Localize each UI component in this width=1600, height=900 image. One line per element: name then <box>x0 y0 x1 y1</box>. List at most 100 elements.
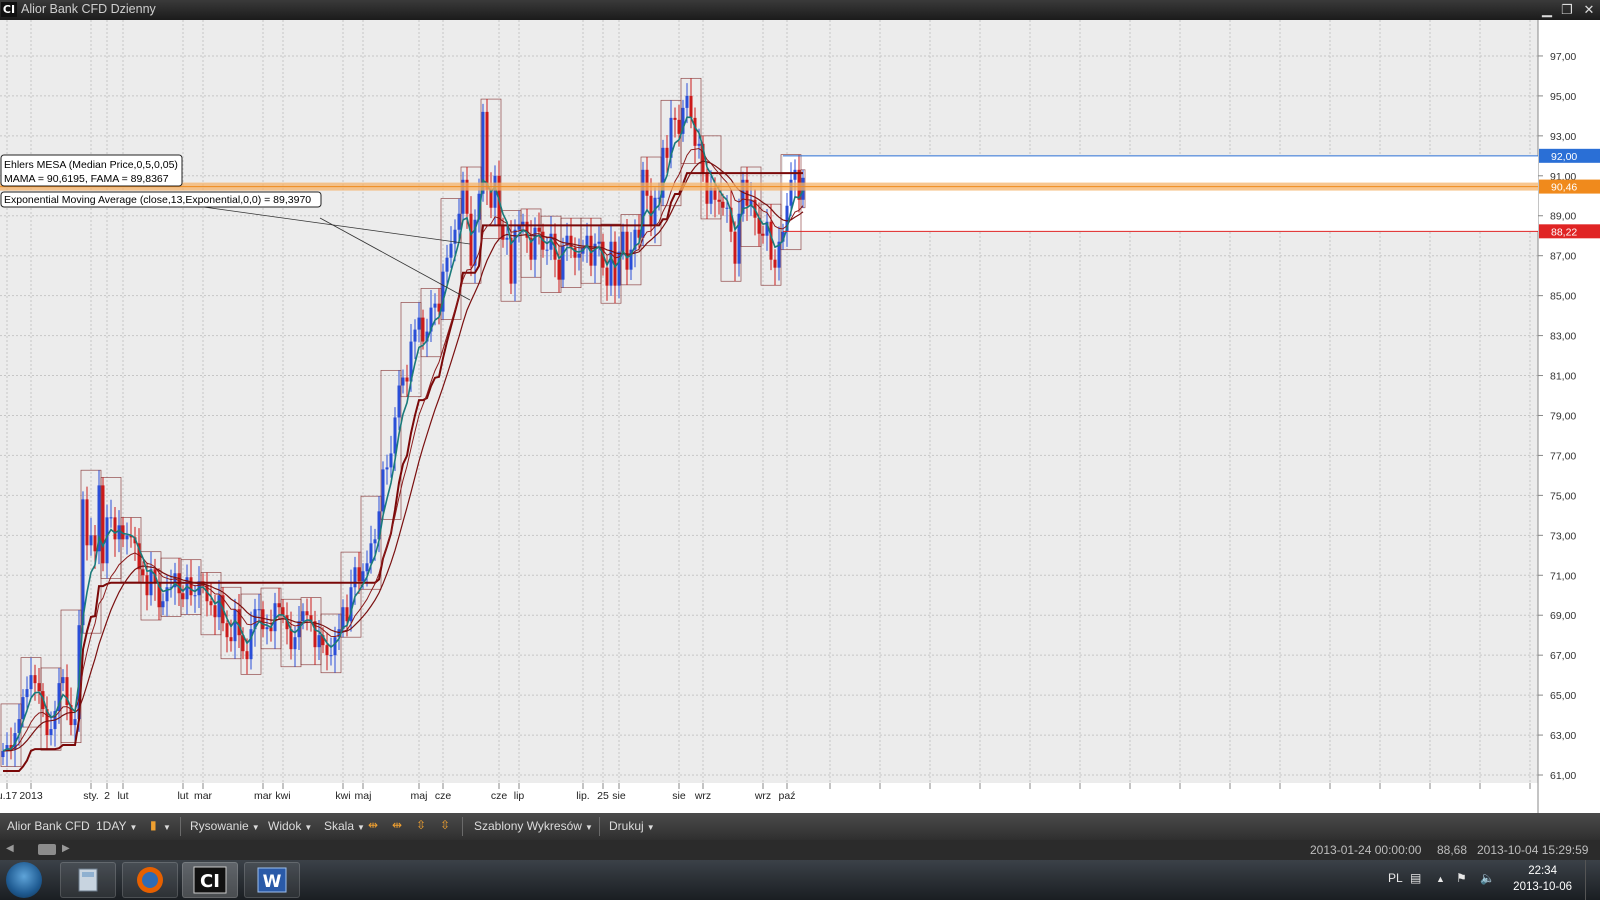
chevron-down-icon: ▼ <box>584 823 593 832</box>
zoom-out-horizontal-icon[interactable]: ⇹ <box>392 818 402 832</box>
candle-body <box>73 719 77 726</box>
x-tick-label: 2013 <box>19 790 43 802</box>
calculator-icon <box>78 868 98 892</box>
price-marker-label: 92,00 <box>1551 151 1577 163</box>
range-start: 2013-01-24 00:00:00 <box>1310 843 1422 857</box>
x-tick-label: 25 <box>597 790 609 802</box>
show-desktop-button[interactable] <box>1585 860 1600 900</box>
chart-templates-menu[interactable]: Szablony Wykresów ▼ <box>474 819 593 833</box>
candle-body <box>49 729 53 736</box>
candle-body <box>213 605 217 618</box>
candle-body <box>597 241 601 244</box>
scroll-right-icon[interactable]: ▶ <box>62 843 70 854</box>
tray-expand-icon[interactable]: ▲ <box>1436 874 1445 884</box>
candle-body <box>373 539 377 544</box>
color-dropdown[interactable]: ▼ <box>160 819 171 833</box>
y-tick-label: 65,00 <box>1550 690 1576 702</box>
candle-body <box>193 595 197 597</box>
x-tick-label: sie <box>612 790 626 802</box>
toolbar-divider <box>462 817 463 836</box>
scroll-thumb[interactable] <box>38 844 56 855</box>
candle-body <box>693 117 697 146</box>
y-tick-label: 73,00 <box>1550 530 1576 542</box>
candle-body <box>433 303 437 308</box>
volume-icon[interactable]: 🔈 <box>1480 871 1495 885</box>
svg-text:W: W <box>263 872 282 892</box>
y-tick-label: 97,00 <box>1550 51 1576 63</box>
x-tick-label: mar <box>194 790 213 802</box>
candle-body <box>21 697 25 720</box>
x-tick-label: sty. <box>83 790 99 802</box>
candle-body <box>385 467 389 470</box>
candle-body <box>649 195 653 226</box>
candle-body <box>341 607 345 630</box>
y-tick-label: 71,00 <box>1550 570 1576 582</box>
y-tick-label: 77,00 <box>1550 450 1576 462</box>
taskbar-app-firefox[interactable] <box>122 862 178 898</box>
title-bar: CI Alior Bank CFD Dzienny ▁ ❐ ✕ <box>0 0 1600 20</box>
x-tick-label: cze <box>435 790 452 802</box>
language-indicator[interactable]: PL <box>1388 871 1403 885</box>
scale-menu[interactable]: Skala ▼ <box>324 819 365 833</box>
candle-body <box>217 595 221 618</box>
candle-body <box>125 535 129 540</box>
candle-body <box>89 535 93 546</box>
candle-body <box>1 751 5 758</box>
action-center-icon[interactable]: ⚑ <box>1456 871 1467 885</box>
toolbar-divider <box>599 817 600 836</box>
candle-body <box>457 213 461 230</box>
candle-body <box>793 169 797 180</box>
color-picker-icon[interactable]: ▮ <box>150 818 157 832</box>
candle-body <box>505 237 509 240</box>
price-chart[interactable]: 97,0095,0093,0091,0089,0087,0085,0083,00… <box>0 20 1600 813</box>
interval-dropdown[interactable]: 1DAY ▼ <box>96 819 137 833</box>
candle-body <box>117 525 121 540</box>
candle-body <box>261 609 265 630</box>
y-tick-label: 63,00 <box>1550 730 1576 742</box>
candle-body <box>189 577 193 596</box>
candle-body <box>721 201 725 208</box>
system-clock[interactable]: 22:34 2013-10-06 <box>1513 863 1572 895</box>
start-button[interactable] <box>6 862 42 898</box>
print-menu[interactable]: Drukuj ▼ <box>609 819 655 833</box>
candle-body <box>621 231 625 252</box>
candle-body <box>141 569 145 576</box>
x-tick-label: sie <box>672 790 686 802</box>
candle-body <box>37 683 41 692</box>
chart-toolbar: Alior Bank CFD 1DAY ▼ ▮ ▼ Rysowanie ▼ Wido… <box>0 813 1600 840</box>
y-tick-label: 79,00 <box>1550 410 1576 422</box>
zoom-in-vertical-icon[interactable]: ⇳ <box>416 818 426 832</box>
view-menu[interactable]: Widok ▼ <box>268 819 312 833</box>
chevron-down-icon: ▼ <box>129 823 138 832</box>
candle-body <box>557 259 561 280</box>
price-marker-label: 88,22 <box>1551 226 1577 238</box>
drawing-menu[interactable]: Rysowanie ▼ <box>190 819 260 833</box>
close-button[interactable]: ✕ <box>1580 1 1598 18</box>
cursor-price: 88,68 <box>1437 843 1468 857</box>
candle-body <box>773 259 777 268</box>
candle-body <box>605 267 609 286</box>
candle-body <box>333 637 337 656</box>
network-icon[interactable]: ▤ <box>1410 871 1421 885</box>
x-tick-label: mar <box>254 790 273 802</box>
candle-body <box>33 675 37 684</box>
chevron-down-icon: ▼ <box>357 823 365 832</box>
scroll-left-icon[interactable]: ◀ <box>6 843 14 854</box>
os-taskbar: CI W PL ▤ ▲ ⚑ 🔈 22:34 2013-10-06 <box>0 860 1600 900</box>
svg-text:CI: CI <box>200 871 220 892</box>
x-tick-label: 2 <box>104 790 110 802</box>
x-tick-label: maj <box>355 790 372 802</box>
symbol-selector[interactable]: Alior Bank CFD <box>7 819 90 833</box>
chart-background <box>0 20 1600 813</box>
candle-body <box>29 675 33 690</box>
mesa-annotation-line2: MAMA = 90,6195, FAMA = 89,8367 <box>4 173 169 185</box>
taskbar-app-word[interactable]: W <box>244 862 300 898</box>
taskbar-app-calculator[interactable] <box>60 862 116 898</box>
minimize-button[interactable]: ▁ <box>1538 1 1556 18</box>
x-tick-label: lut <box>177 790 188 802</box>
zoom-out-vertical-icon[interactable]: ⇳ <box>440 818 450 832</box>
zoom-in-horizontal-icon[interactable]: ⇹ <box>368 818 378 832</box>
candle-body <box>301 611 305 622</box>
restore-button[interactable]: ❐ <box>1558 1 1576 18</box>
taskbar-app-ci[interactable]: CI <box>182 862 238 898</box>
